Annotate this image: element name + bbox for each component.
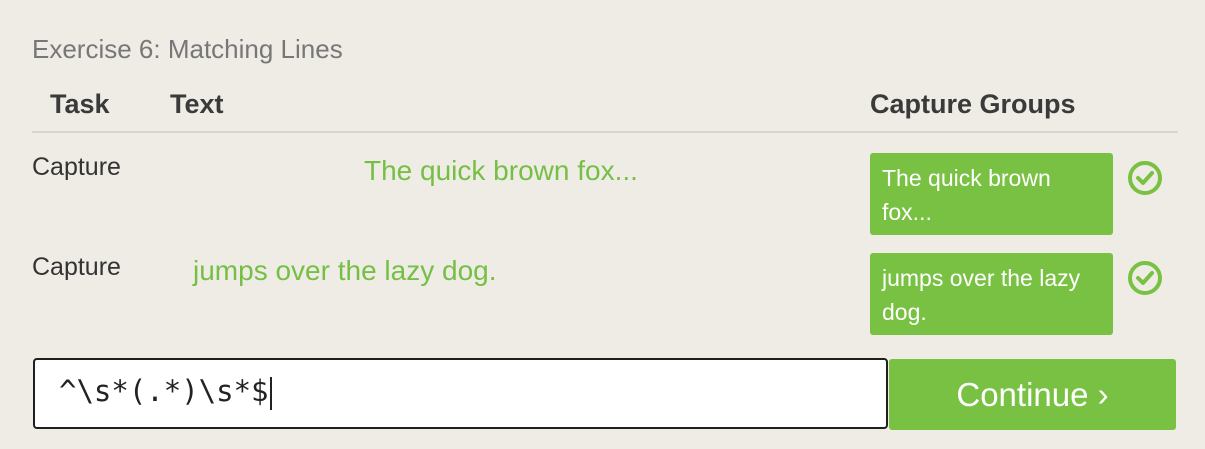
- exercise-title: Exercise 6: Matching Lines: [32, 34, 343, 64]
- capture-group-result: The quick brown fox...: [870, 153, 1113, 235]
- column-header-text: Text: [170, 89, 224, 119]
- header-divider: [32, 131, 1178, 133]
- text-caret: [269, 376, 272, 410]
- regex-input-field[interactable]: ^\s*(.*)\s*$: [33, 358, 888, 429]
- check-icon: [1128, 261, 1162, 295]
- match-text: jumps over the lazy dog.: [193, 255, 497, 286]
- capture-group-result: jumps over the lazy dog.: [870, 253, 1113, 335]
- regex-input-value: ^\s*(.*)\s*$: [59, 374, 269, 408]
- match-text: The quick brown fox...: [364, 155, 638, 186]
- regex-input[interactable]: ^\s*(.*)\s*$: [59, 374, 272, 410]
- check-icon: [1128, 161, 1162, 195]
- task-label: Capture: [32, 153, 121, 181]
- column-header-task: Task: [50, 89, 110, 119]
- task-label: Capture: [32, 253, 121, 281]
- continue-button[interactable]: Continue ›: [889, 359, 1176, 430]
- column-header-capture-groups: Capture Groups: [870, 89, 1076, 119]
